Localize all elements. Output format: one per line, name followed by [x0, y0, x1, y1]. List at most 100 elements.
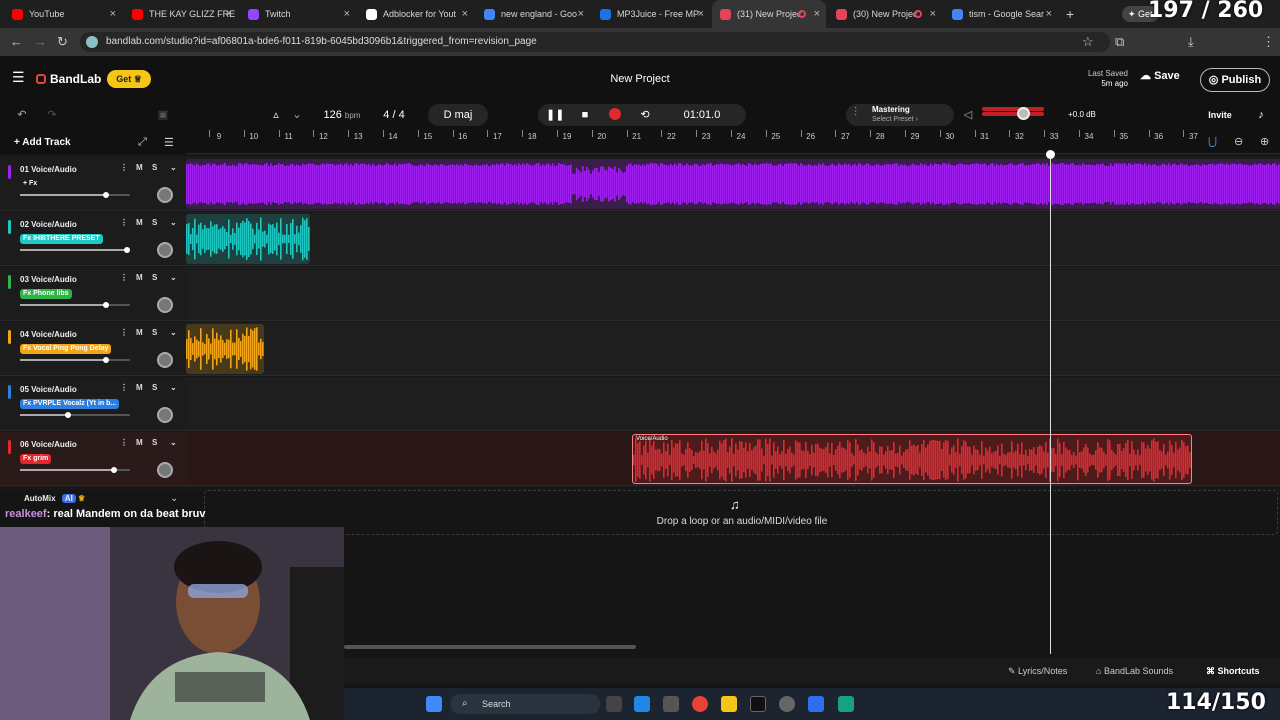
- mute-button[interactable]: M: [136, 163, 143, 172]
- track-pan-knob[interactable]: [157, 242, 173, 258]
- track-lane[interactable]: Voice/Audio: [186, 432, 1280, 486]
- track-menu-icon[interactable]: ⋮: [120, 273, 128, 282]
- automix-chevron-icon[interactable]: ⌄: [170, 493, 178, 504]
- invite-button[interactable]: Invite: [1200, 104, 1240, 126]
- tab-close-icon[interactable]: ×: [578, 8, 584, 20]
- audio-clip[interactable]: [186, 214, 310, 264]
- taskbar-search[interactable]: ⌕ Search: [450, 694, 600, 714]
- track-header[interactable]: 06 Voice/Audio Fx grim ⋮ M S ⌄: [0, 432, 186, 486]
- track-lane[interactable]: [186, 377, 1280, 431]
- track-expand-icon[interactable]: ⌄: [170, 328, 177, 337]
- zoom-out-icon[interactable]: ⊖: [1234, 135, 1243, 148]
- browser-menu-icon[interactable]: ⋮: [1262, 34, 1275, 50]
- timeline-ruler[interactable]: 9 10 11 12 13 14 15 16 17 18 19 20 21 22 23 24 25 26 27 28 2…: [186, 130, 1280, 154]
- tab-close-icon[interactable]: ×: [698, 8, 704, 20]
- track-menu-icon[interactable]: ⋮: [120, 438, 128, 447]
- track-pan-knob[interactable]: [157, 462, 173, 478]
- browser-tab[interactable]: tism - Google Sear ×: [944, 0, 1058, 28]
- redo-icon[interactable]: ↷: [44, 104, 60, 126]
- track-volume-slider[interactable]: [20, 247, 130, 253]
- mute-button[interactable]: M: [136, 273, 143, 282]
- solo-button[interactable]: S: [152, 438, 157, 447]
- browser-tab[interactable]: (31) New Projec ×: [712, 0, 826, 28]
- back-arrow-icon[interactable]: ←: [10, 34, 23, 49]
- browser-tab[interactable]: Adblocker for Yout ×: [358, 0, 474, 28]
- track-expand-icon[interactable]: ⌄: [170, 218, 177, 227]
- track-name[interactable]: 06 Voice/Audio: [20, 440, 77, 449]
- track-fx-badge[interactable]: Fx grim: [20, 454, 52, 464]
- track-expand-icon[interactable]: ⌄: [170, 163, 177, 172]
- track-menu-icon[interactable]: ⋮: [120, 328, 128, 337]
- track-fx-badge[interactable]: Fx IH8ITHERE PRESET: [20, 234, 103, 244]
- track-settings-icon[interactable]: ☰: [164, 136, 174, 149]
- speaker-icon[interactable]: ◁: [960, 104, 976, 126]
- track-menu-icon[interactable]: ⋮: [120, 218, 128, 227]
- tab-close-icon[interactable]: ×: [462, 8, 468, 20]
- horizontal-scrollbar[interactable]: [344, 645, 636, 649]
- track-lane[interactable]: [186, 322, 1280, 376]
- track-pan-knob[interactable]: [157, 352, 173, 368]
- track-name[interactable]: 01 Voice/Audio: [20, 165, 77, 174]
- mute-button[interactable]: M: [136, 218, 143, 227]
- track-header[interactable]: 04 Voice/Audio Fx Vocal Ping Pong Delay ⋮ M…: [0, 322, 186, 376]
- solo-button[interactable]: S: [152, 218, 157, 227]
- snap-magnet-icon[interactable]: ⋃: [1208, 135, 1217, 148]
- track-menu-icon[interactable]: ⋮: [120, 163, 128, 172]
- track-expand-icon[interactable]: ⌄: [170, 383, 177, 392]
- forward-arrow-icon[interactable]: →: [34, 34, 47, 49]
- track-header[interactable]: 02 Voice/Audio Fx IH8ITHERE PRESET ⋮ M S ⌄: [0, 212, 186, 266]
- track-name[interactable]: 05 Voice/Audio: [20, 385, 77, 394]
- track-lane[interactable]: [186, 212, 1280, 266]
- bandlab-sounds-button[interactable]: ⌂ BandLab Sounds: [1096, 666, 1173, 676]
- task-view-icon[interactable]: [606, 696, 622, 712]
- windows-start-icon[interactable]: [426, 696, 442, 712]
- track-fx-badge[interactable]: Fx Phone libs: [20, 289, 72, 299]
- playhead[interactable]: [1050, 154, 1051, 654]
- site-info-icon[interactable]: [86, 36, 98, 48]
- automix-row[interactable]: AutoMix AI ♕: [24, 494, 85, 503]
- metronome-dropdown-icon[interactable]: ⌄: [290, 104, 304, 126]
- track-volume-slider[interactable]: [20, 467, 130, 473]
- track-fx-badge[interactable]: Fx PVRPLE Vocalz (Yt in b...: [20, 399, 120, 409]
- track-header[interactable]: 01 Voice/Audio + Fx ⋮ M S ⌄: [0, 157, 186, 211]
- key-field[interactable]: D maj: [428, 104, 488, 126]
- notepad-icon[interactable]: [838, 696, 854, 712]
- browser-tab[interactable]: YouTube ×: [4, 0, 122, 28]
- browser-tab[interactable]: Twitch ×: [240, 0, 356, 28]
- tab-close-icon[interactable]: ×: [814, 8, 820, 20]
- track-fx-badge[interactable]: Fx Vocal Ping Pong Delay: [20, 344, 112, 354]
- time-signature-field[interactable]: 4 / 4: [378, 104, 410, 126]
- bookmark-star-icon[interactable]: ☆: [1082, 34, 1094, 50]
- lyrics-notes-button[interactable]: ✎ Lyrics/Notes: [1008, 666, 1067, 677]
- track-name[interactable]: 04 Voice/Audio: [20, 330, 77, 339]
- metronome-icon[interactable]: ▵: [266, 104, 286, 126]
- track-expand-icon[interactable]: ⌄: [170, 438, 177, 447]
- mute-button[interactable]: M: [136, 438, 143, 447]
- track-menu-icon[interactable]: ⋮: [120, 383, 128, 392]
- shortcuts-button[interactable]: ⌘ Shortcuts: [1206, 666, 1260, 677]
- solo-button[interactable]: S: [152, 328, 157, 337]
- playhead-handle[interactable]: [1046, 150, 1055, 159]
- audio-clip[interactable]: [186, 159, 1280, 209]
- track-volume-slider[interactable]: [20, 412, 130, 418]
- tab-close-icon[interactable]: ×: [344, 8, 350, 20]
- mastering-button[interactable]: ⫶ Mastering Select Preset ›: [846, 104, 954, 126]
- mute-button[interactable]: M: [136, 328, 143, 337]
- track-volume-slider[interactable]: [20, 192, 130, 198]
- track-fx-badge[interactable]: + Fx: [20, 179, 40, 189]
- stop-button[interactable]: ■: [576, 104, 594, 126]
- track-lane[interactable]: [186, 267, 1280, 321]
- new-tab-icon[interactable]: +: [1066, 6, 1074, 22]
- tempo-field[interactable]: 126 bpm: [318, 104, 366, 126]
- automation-icon[interactable]: ⤢: [138, 136, 147, 149]
- tab-close-icon[interactable]: ×: [226, 8, 232, 20]
- master-volume-slider[interactable]: [982, 107, 1044, 111]
- track-lane[interactable]: [186, 157, 1280, 211]
- zoom-in-icon[interactable]: ⊕: [1260, 135, 1269, 148]
- file-explorer-icon[interactable]: [721, 696, 737, 712]
- track-name[interactable]: 02 Voice/Audio: [20, 220, 77, 229]
- track-pan-knob[interactable]: [157, 297, 173, 313]
- url-input[interactable]: bandlab.com/studio?id=af06801a-bde6-f011…: [80, 32, 1110, 52]
- browser-tab[interactable]: THE KAY GLIZZ FRE ×: [124, 0, 238, 28]
- chrome-icon[interactable]: [692, 696, 708, 712]
